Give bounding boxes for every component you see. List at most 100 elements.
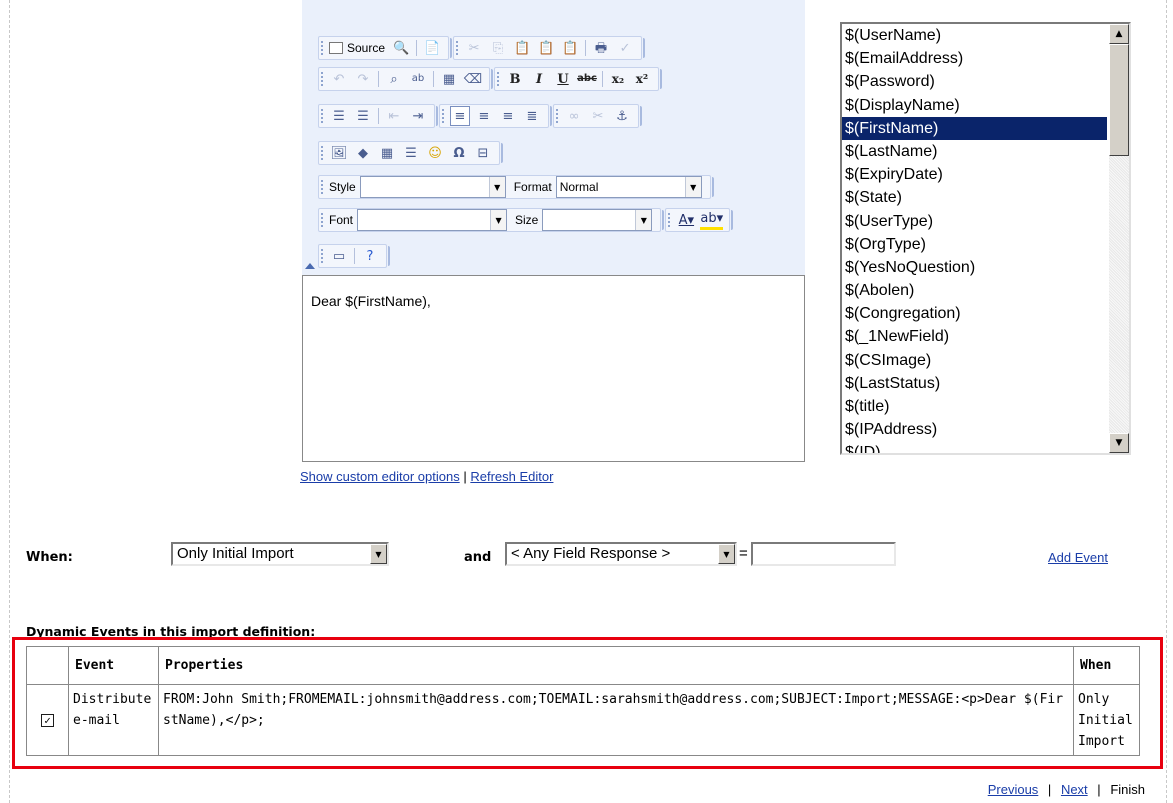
select-all-icon[interactable]: ▦ <box>439 69 459 89</box>
source-icon <box>329 42 343 54</box>
previous-link[interactable]: Previous <box>988 782 1039 797</box>
table-icon[interactable]: ▦ <box>377 143 397 163</box>
superscript-icon[interactable]: x² <box>632 69 652 89</box>
image-icon[interactable]: 🖼 <box>329 143 349 163</box>
font-combo[interactable]: ▼ <box>357 209 508 231</box>
placeholder-item[interactable]: $(IPAddress) <box>842 418 1107 441</box>
source-button[interactable]: Source <box>329 41 385 55</box>
unlink-icon[interactable]: ✂ <box>588 106 608 126</box>
show-custom-editor-options-link[interactable]: Show custom editor options <box>300 469 460 484</box>
toolbar-row-5: Style ▼ Format Normal ▼ <box>318 174 715 200</box>
horizontal-rule-icon[interactable]: ☰ <box>401 143 421 163</box>
toolbar-group-lists: ☰ ☰ ⇤ ⇥ <box>318 104 438 128</box>
scroll-thumb[interactable] <box>1109 44 1129 156</box>
placeholder-item[interactable]: $(UserType) <box>842 210 1107 233</box>
paste-word-icon[interactable]: 📋 <box>560 38 580 58</box>
maximize-icon[interactable]: ▭ <box>329 246 349 266</box>
editor-text: Dear $(FirstName), <box>311 293 431 309</box>
when-label: When: <box>26 550 73 565</box>
italic-icon[interactable]: I <box>529 69 549 89</box>
when-select[interactable]: Only Initial Import ▼ <box>171 542 389 566</box>
font-label: Font <box>329 213 354 227</box>
toolbar-group-document: Source 🔍 📄 <box>318 36 453 60</box>
background-color-icon[interactable]: ab▾ <box>700 210 724 230</box>
replace-icon[interactable]: ab <box>408 69 428 89</box>
finish-label: Finish <box>1110 782 1145 797</box>
chevron-down-icon: ▼ <box>490 210 507 230</box>
placeholder-item[interactable]: $(Password) <box>842 70 1107 93</box>
format-combo[interactable]: Normal ▼ <box>555 176 702 198</box>
placeholder-item[interactable]: $(Abolen) <box>842 279 1107 302</box>
cut-icon[interactable]: ✂ <box>464 38 484 58</box>
placeholder-item[interactable]: $(Congregation) <box>842 302 1107 325</box>
collapse-toolbar-icon[interactable] <box>305 263 315 269</box>
next-link[interactable]: Next <box>1061 782 1088 797</box>
undo-icon[interactable]: ↶ <box>329 69 349 89</box>
paste-text-icon[interactable]: 📋 <box>536 38 556 58</box>
indent-icon[interactable]: ⇥ <box>408 106 428 126</box>
text-color-icon[interactable]: A▾ <box>676 210 696 230</box>
paste-icon[interactable]: 📋 <box>512 38 532 58</box>
bold-icon[interactable]: B <box>505 69 525 89</box>
add-event-link[interactable]: Add Event <box>1048 550 1108 565</box>
align-justify-icon[interactable]: ≣ <box>522 106 542 126</box>
redo-icon[interactable]: ↷ <box>353 69 373 89</box>
placeholder-listbox[interactable]: $(UserName) $(EmailAddress) $(Password) $(D… <box>840 22 1131 455</box>
placeholder-item[interactable]: $(DisplayName) <box>842 94 1107 117</box>
copy-icon[interactable]: ⎘ <box>488 38 508 58</box>
table-header-row: Event Properties When <box>26 646 1140 685</box>
placeholder-item[interactable]: $(_1NewField) <box>842 325 1107 348</box>
placeholder-item[interactable]: $(CSImage) <box>842 349 1107 372</box>
outdent-icon[interactable]: ⇤ <box>384 106 404 126</box>
subscript-icon[interactable]: x₂ <box>608 69 628 89</box>
field-response-input[interactable] <box>751 542 896 566</box>
flash-icon[interactable]: ◆ <box>353 143 373 163</box>
placeholder-item[interactable]: $(UserName) <box>842 24 1107 47</box>
align-left-icon[interactable]: ≡ <box>450 106 470 126</box>
nav-separator: | <box>1097 782 1101 797</box>
numbered-list-icon[interactable]: ☰ <box>329 106 349 126</box>
align-right-icon[interactable]: ≡ <box>498 106 518 126</box>
placeholder-item[interactable]: $(FirstName) <box>842 116 1107 140</box>
smiley-icon[interactable]: ☺ <box>425 143 445 163</box>
templates-icon[interactable]: 📄 <box>422 38 442 58</box>
toolbar-group-font: Font ▼ Size ▼ <box>318 208 665 232</box>
anchor-icon[interactable]: ⚓ <box>612 106 632 126</box>
print-icon[interactable]: 🖶 <box>591 38 611 58</box>
placeholder-item[interactable]: $(EmailAddress) <box>842 47 1107 70</box>
align-center-icon[interactable]: ≡ <box>474 106 494 126</box>
refresh-editor-link[interactable]: Refresh Editor <box>470 469 553 484</box>
placeholder-item[interactable]: $(LastName) <box>842 140 1107 163</box>
toolbar-row-6: Font ▼ Size ▼ A▾ ab▾ <box>318 207 734 233</box>
special-char-icon[interactable]: Ω <box>449 143 469 163</box>
style-combo[interactable]: ▼ <box>359 176 506 198</box>
underline-icon[interactable]: U <box>553 69 573 89</box>
listbox-scrollbar[interactable]: ▲ ▼ <box>1109 24 1129 453</box>
events-table: Event Properties When ✓ Distribute e-mai… <box>26 646 1140 756</box>
scroll-down-button[interactable]: ▼ <box>1109 433 1129 453</box>
field-response-select[interactable]: < Any Field Response > ▼ <box>505 542 737 566</box>
find-icon[interactable]: ⌕ <box>384 69 404 89</box>
size-combo[interactable]: ▼ <box>542 209 653 231</box>
placeholder-item[interactable]: $(ID) <box>842 441 1107 453</box>
spellcheck-icon[interactable]: ✓ <box>615 38 635 58</box>
row-checkbox[interactable]: ✓ <box>41 714 54 727</box>
placeholder-item[interactable]: $(OrgType) <box>842 233 1107 256</box>
placeholder-item[interactable]: $(LastStatus) <box>842 372 1107 395</box>
placeholder-item[interactable]: $(ExpiryDate) <box>842 163 1107 186</box>
placeholder-item[interactable]: $(title) <box>842 395 1107 418</box>
placeholder-item[interactable]: $(State) <box>842 186 1107 209</box>
toolbar-row-7: ▭ ? <box>318 243 391 269</box>
placeholder-item[interactable]: $(YesNoQuestion) <box>842 256 1107 279</box>
preview-icon[interactable]: 🔍 <box>391 38 411 58</box>
page-break-icon[interactable]: ⊟ <box>473 143 493 163</box>
help-icon[interactable]: ? <box>360 246 380 266</box>
remove-format-icon[interactable]: ⌫ <box>463 69 483 89</box>
toolbar-group-styles: Style ▼ Format Normal ▼ <box>318 175 714 199</box>
column-header-properties: Properties <box>158 646 1074 685</box>
editor-content-area[interactable]: Dear $(FirstName), <box>302 275 805 462</box>
link-icon[interactable]: ∞ <box>564 106 584 126</box>
strike-icon[interactable]: abc <box>577 69 597 89</box>
scroll-up-button[interactable]: ▲ <box>1109 24 1129 44</box>
bulleted-list-icon[interactable]: ☰ <box>353 106 373 126</box>
